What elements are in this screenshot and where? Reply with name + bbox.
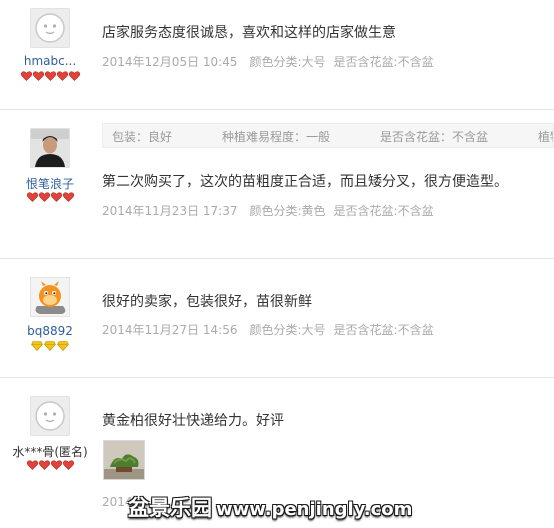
sku-pot: 是否含花盆:不含盆 — [333, 204, 434, 218]
divider — [0, 258, 554, 259]
heart-rank-icon — [38, 192, 50, 202]
sku-color: 颜色分类:黄色 — [249, 204, 326, 218]
heart-rank-icon — [56, 71, 68, 81]
prop-difficulty: 种植难易程度：一般 — [222, 130, 331, 144]
diamond-rank-icon — [31, 341, 43, 351]
username[interactable]: 恨笔浪子 — [0, 175, 100, 192]
avatar[interactable] — [30, 396, 70, 436]
review-date: 2014年12月05日 10:45 — [102, 55, 238, 69]
username[interactable]: hmabc... — [0, 54, 100, 68]
heart-rank-icon — [26, 460, 38, 470]
default-avatar-icon — [35, 401, 65, 431]
prop-packaging: 包装：良好 — [112, 130, 173, 144]
heart-rank-icon — [50, 192, 62, 202]
product-props-box: 包装：良好 种植难易程度：一般 是否含花盆：不含盆 植物 — [102, 123, 554, 148]
sku-pot: 是否含花盆:不含盆 — [333, 55, 434, 69]
heart-rank-icon — [62, 460, 74, 470]
review-item: hmabc... 店家服务态度很诚恳，喜欢和这样的店家做生意 2014年12月0… — [0, 0, 554, 109]
review-text: 黄金柏很好壮快递给力。好评 — [102, 413, 284, 429]
review-date: 2014年11月27日 14:56 — [102, 323, 238, 337]
heart-rank-icon — [32, 71, 44, 81]
sku-color: 颜色分类:大号 — [249, 55, 326, 69]
rank-diamonds — [0, 341, 100, 351]
watermark-brand: 盆景乐园 — [128, 496, 212, 520]
diamond-rank-icon — [44, 341, 56, 351]
review-text: 第二次购买了，这次的苗粗度正合适，而且矮分叉，很方便造型。 — [102, 174, 508, 190]
default-avatar-icon — [35, 13, 65, 43]
avatar[interactable] — [30, 8, 70, 48]
heart-rank-icon — [50, 460, 62, 470]
heart-rank-icon — [44, 71, 56, 81]
review-text: 店家服务态度很诚恳，喜欢和这样的店家做生意 — [102, 25, 396, 41]
sku-color: 颜色分类:大号 — [249, 323, 326, 337]
sku-pot: 是否含花盆:不含盆 — [333, 323, 434, 337]
rank-hearts — [0, 460, 100, 470]
avatar[interactable] — [30, 128, 70, 168]
review-photo-thumbnail[interactable] — [103, 440, 145, 480]
review-text: 很好的卖家，包装很好，苗很新鲜 — [102, 294, 312, 310]
username[interactable]: bq8892 — [0, 324, 100, 338]
prop-plant: 植物 — [538, 130, 553, 144]
plant-photo-icon — [104, 441, 144, 479]
user-photo-icon — [31, 129, 69, 167]
prop-pot: 是否含花盆：不含盆 — [380, 130, 489, 144]
review-meta: 2014年11月27日 14:56 颜色分类:大号 是否含花盆:不含盆 — [102, 321, 442, 338]
review-meta: 2014年11月23日 17:37 颜色分类:黄色 是否含花盆:不含盆 — [102, 202, 442, 219]
heart-rank-icon — [68, 71, 80, 81]
diamond-rank-icon — [57, 341, 69, 351]
rank-hearts — [0, 192, 100, 202]
heart-rank-icon — [20, 71, 32, 81]
divider — [0, 377, 554, 378]
username: 水***骨(匿名) — [12, 445, 88, 459]
watermark-url: www.penjingly.com — [216, 499, 413, 520]
rank-hearts — [0, 71, 100, 81]
review-meta: 2014年12月05日 10:45 颜色分类:大号 是否含花盆:不含盆 — [102, 53, 442, 70]
heart-rank-icon — [26, 192, 38, 202]
heart-rank-icon — [38, 460, 50, 470]
site-watermark: 盆景乐园 www.penjingly.com — [128, 492, 428, 522]
heart-rank-icon — [62, 192, 74, 202]
review-date: 2014年11月23日 17:37 — [102, 204, 238, 218]
avatar[interactable] — [30, 277, 70, 317]
cartoon-avatar-icon — [31, 278, 69, 316]
